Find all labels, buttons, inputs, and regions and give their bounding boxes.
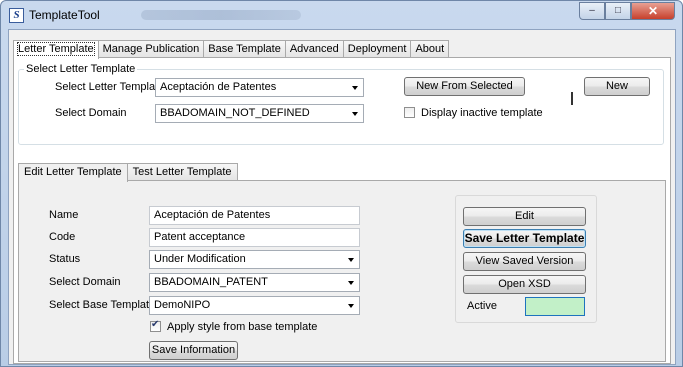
status-select[interactable]: Under Modification — [149, 250, 360, 269]
base-template-value: DemoNIPO — [154, 299, 211, 311]
active-indicator — [525, 297, 585, 316]
chevron-down-icon — [348, 304, 354, 308]
apply-style-checkbox[interactable] — [150, 319, 161, 332]
form-domain-select[interactable]: BBADOMAIN_PATENT — [149, 273, 360, 292]
window-title: TemplateTool — [29, 8, 100, 22]
tab-deployment[interactable]: Deployment — [342, 40, 412, 58]
tab-test-letter-template[interactable]: Test Letter Template — [126, 163, 238, 181]
tab-letter-template[interactable]: Letter Template — [13, 40, 99, 59]
save-letter-template-button[interactable]: Save Letter Template — [463, 229, 586, 248]
tab-manage-publication[interactable]: Manage Publication — [97, 40, 205, 58]
chevron-down-icon — [352, 86, 358, 90]
name-label: Name — [49, 209, 79, 221]
edit-letter-template-panel: Name Aceptación de Patentes Code Patent … — [18, 180, 666, 362]
status-label: Status — [49, 253, 81, 265]
main-tabs: Letter Template Manage Publication Base … — [13, 40, 450, 59]
base-template-select[interactable]: DemoNIPO — [149, 296, 360, 315]
client-area: Letter Template Manage Publication Base … — [8, 29, 676, 365]
code-label: Code — [49, 231, 76, 243]
save-information-button[interactable]: Save Information — [149, 341, 238, 360]
letter-template-select[interactable]: Aceptación de Patentes — [155, 78, 364, 97]
tab-label: Letter Template — [17, 42, 95, 56]
select-letter-template-group: Select Letter Template Select Letter Tem… — [18, 63, 664, 145]
tab-edit-letter-template[interactable]: Edit Letter Template — [18, 163, 128, 182]
sub-tabs: Edit Letter Template Test Letter Templat… — [18, 163, 238, 182]
apply-style-label: Apply style from base template — [167, 321, 318, 333]
code-field[interactable]: Patent acceptance — [149, 228, 360, 247]
group-title: Select Letter Template — [24, 63, 138, 75]
letter-template-value: Aceptación de Patentes — [160, 81, 277, 93]
chevron-down-icon — [348, 258, 354, 262]
form-domain-value: BBADOMAIN_PATENT — [154, 276, 268, 288]
minimize-button[interactable]: – — [579, 2, 605, 20]
new-button[interactable]: New — [584, 77, 650, 96]
tab-base-template[interactable]: Base Template — [203, 40, 286, 58]
app-window: S TemplateTool – □ ✕ Letter Template Man… — [0, 0, 683, 367]
domain-value: BBADOMAIN_NOT_DEFINED — [160, 107, 310, 119]
select-domain-label: Select Domain — [49, 276, 121, 288]
select-domain-label: Select Domain — [55, 107, 127, 119]
app-icon: S — [9, 8, 24, 23]
title-bar[interactable]: S TemplateTool – □ ✕ — [1, 1, 682, 29]
chevron-down-icon — [348, 281, 354, 285]
active-label: Active — [467, 300, 497, 312]
domain-select[interactable]: BBADOMAIN_NOT_DEFINED — [155, 104, 364, 123]
display-inactive-label: Display inactive template — [421, 107, 543, 119]
close-button[interactable]: ✕ — [631, 2, 675, 20]
display-inactive-checkbox[interactable] — [404, 107, 415, 118]
status-value: Under Modification — [154, 253, 246, 265]
title-blur — [141, 10, 301, 20]
separator — [571, 92, 573, 105]
select-letter-template-label: Select Letter Template — [55, 81, 165, 93]
caption-buttons: – □ ✕ — [579, 2, 675, 20]
tab-about[interactable]: About — [410, 40, 450, 58]
edit-button[interactable]: Edit — [463, 207, 586, 226]
letter-template-panel: Select Letter Template Select Letter Tem… — [13, 57, 671, 364]
new-from-selected-button[interactable]: New From Selected — [404, 77, 525, 96]
chevron-down-icon — [352, 112, 358, 116]
view-saved-version-button[interactable]: View Saved Version — [463, 252, 586, 271]
maximize-button[interactable]: □ — [605, 2, 631, 20]
tab-advanced[interactable]: Advanced — [284, 40, 344, 58]
name-field[interactable]: Aceptación de Patentes — [149, 206, 360, 225]
select-base-template-label: Select Base Template — [49, 299, 156, 311]
open-xsd-button[interactable]: Open XSD — [463, 275, 586, 294]
